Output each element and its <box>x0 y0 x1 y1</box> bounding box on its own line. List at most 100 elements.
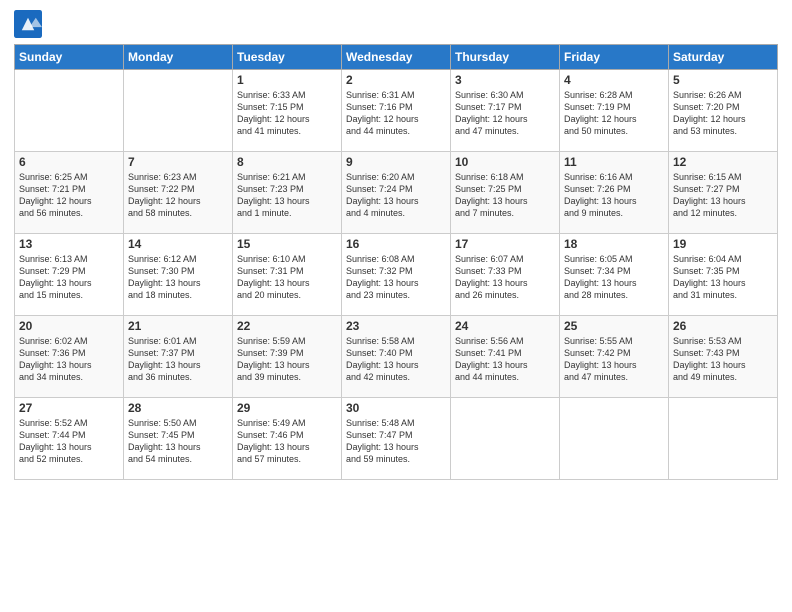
day-cell: 18 Sunrise: 6:05 AM Sunset: 7:34 PM Dayli… <box>560 234 669 316</box>
day-header-tuesday: Tuesday <box>233 45 342 70</box>
day-header-saturday: Saturday <box>669 45 778 70</box>
day-info: Sunrise: 6:16 AM Sunset: 7:26 PM Dayligh… <box>564 171 664 220</box>
day-info: Sunrise: 6:21 AM Sunset: 7:23 PM Dayligh… <box>237 171 337 220</box>
day-number: 28 <box>128 401 228 415</box>
day-info: Sunrise: 5:52 AM Sunset: 7:44 PM Dayligh… <box>19 417 119 466</box>
day-number: 12 <box>673 155 773 169</box>
week-row-5: 27 Sunrise: 5:52 AM Sunset: 7:44 PM Dayli… <box>15 398 778 480</box>
day-cell <box>124 70 233 152</box>
day-number: 4 <box>564 73 664 87</box>
day-cell: 23 Sunrise: 5:58 AM Sunset: 7:40 PM Dayli… <box>342 316 451 398</box>
day-header-monday: Monday <box>124 45 233 70</box>
day-info: Sunrise: 6:15 AM Sunset: 7:27 PM Dayligh… <box>673 171 773 220</box>
day-info: Sunrise: 5:56 AM Sunset: 7:41 PM Dayligh… <box>455 335 555 384</box>
day-cell: 13 Sunrise: 6:13 AM Sunset: 7:29 PM Dayli… <box>15 234 124 316</box>
day-info: Sunrise: 6:05 AM Sunset: 7:34 PM Dayligh… <box>564 253 664 302</box>
day-cell: 19 Sunrise: 6:04 AM Sunset: 7:35 PM Dayli… <box>669 234 778 316</box>
day-header-row: SundayMondayTuesdayWednesdayThursdayFrid… <box>15 45 778 70</box>
page: SundayMondayTuesdayWednesdayThursdayFrid… <box>0 0 792 612</box>
day-cell: 4 Sunrise: 6:28 AM Sunset: 7:19 PM Daylig… <box>560 70 669 152</box>
day-cell: 9 Sunrise: 6:20 AM Sunset: 7:24 PM Daylig… <box>342 152 451 234</box>
day-number: 17 <box>455 237 555 251</box>
day-number: 18 <box>564 237 664 251</box>
day-info: Sunrise: 6:18 AM Sunset: 7:25 PM Dayligh… <box>455 171 555 220</box>
day-header-friday: Friday <box>560 45 669 70</box>
day-number: 7 <box>128 155 228 169</box>
day-info: Sunrise: 6:13 AM Sunset: 7:29 PM Dayligh… <box>19 253 119 302</box>
day-info: Sunrise: 5:49 AM Sunset: 7:46 PM Dayligh… <box>237 417 337 466</box>
day-cell: 14 Sunrise: 6:12 AM Sunset: 7:30 PM Dayli… <box>124 234 233 316</box>
day-cell: 1 Sunrise: 6:33 AM Sunset: 7:15 PM Daylig… <box>233 70 342 152</box>
day-number: 26 <box>673 319 773 333</box>
day-cell: 6Sunrise: 6:25 AM Sunset: 7:21 PM Daylig… <box>15 152 124 234</box>
day-number: 1 <box>237 73 337 87</box>
day-number: 14 <box>128 237 228 251</box>
day-number: 10 <box>455 155 555 169</box>
day-info: Sunrise: 5:59 AM Sunset: 7:39 PM Dayligh… <box>237 335 337 384</box>
day-cell: 16Sunrise: 6:08 AM Sunset: 7:32 PM Dayli… <box>342 234 451 316</box>
day-cell <box>15 70 124 152</box>
day-info: Sunrise: 6:31 AM Sunset: 7:16 PM Dayligh… <box>346 89 446 138</box>
day-info: Sunrise: 5:48 AM Sunset: 7:47 PM Dayligh… <box>346 417 446 466</box>
day-info: Sunrise: 6:04 AM Sunset: 7:35 PM Dayligh… <box>673 253 773 302</box>
day-cell <box>669 398 778 480</box>
day-info: Sunrise: 6:30 AM Sunset: 7:17 PM Dayligh… <box>455 89 555 138</box>
day-number: 11 <box>564 155 664 169</box>
day-info: Sunrise: 6:20 AM Sunset: 7:24 PM Dayligh… <box>346 171 446 220</box>
day-cell: 10 Sunrise: 6:18 AM Sunset: 7:25 PM Dayli… <box>451 152 560 234</box>
logo <box>14 10 44 38</box>
day-cell: 8Sunrise: 6:21 AM Sunset: 7:23 PM Daylig… <box>233 152 342 234</box>
day-info: Sunrise: 5:55 AM Sunset: 7:42 PM Dayligh… <box>564 335 664 384</box>
calendar-table: SundayMondayTuesdayWednesdayThursdayFrid… <box>14 44 778 480</box>
day-cell: 30 Sunrise: 5:48 AM Sunset: 7:47 PM Dayli… <box>342 398 451 480</box>
day-info: Sunrise: 6:07 AM Sunset: 7:33 PM Dayligh… <box>455 253 555 302</box>
day-number: 30 <box>346 401 446 415</box>
day-cell: 21Sunrise: 6:01 AM Sunset: 7:37 PM Dayli… <box>124 316 233 398</box>
day-number: 20 <box>19 319 119 333</box>
day-info: Sunrise: 6:28 AM Sunset: 7:19 PM Dayligh… <box>564 89 664 138</box>
day-header-wednesday: Wednesday <box>342 45 451 70</box>
week-row-3: 13 Sunrise: 6:13 AM Sunset: 7:29 PM Dayli… <box>15 234 778 316</box>
day-number: 27 <box>19 401 119 415</box>
day-cell: 17 Sunrise: 6:07 AM Sunset: 7:33 PM Dayli… <box>451 234 560 316</box>
day-cell: 11 Sunrise: 6:16 AM Sunset: 7:26 PM Dayli… <box>560 152 669 234</box>
day-cell: 27 Sunrise: 5:52 AM Sunset: 7:44 PM Dayli… <box>15 398 124 480</box>
day-cell: 22 Sunrise: 5:59 AM Sunset: 7:39 PM Dayli… <box>233 316 342 398</box>
day-cell: 20 Sunrise: 6:02 AM Sunset: 7:36 PM Dayli… <box>15 316 124 398</box>
day-info: Sunrise: 5:50 AM Sunset: 7:45 PM Dayligh… <box>128 417 228 466</box>
day-cell: 26 Sunrise: 5:53 AM Sunset: 7:43 PM Dayli… <box>669 316 778 398</box>
day-number: 23 <box>346 319 446 333</box>
day-info: Sunrise: 5:58 AM Sunset: 7:40 PM Dayligh… <box>346 335 446 384</box>
day-number: 19 <box>673 237 773 251</box>
day-cell: 25Sunrise: 5:55 AM Sunset: 7:42 PM Dayli… <box>560 316 669 398</box>
day-info: Sunrise: 6:26 AM Sunset: 7:20 PM Dayligh… <box>673 89 773 138</box>
day-number: 5 <box>673 73 773 87</box>
day-cell: 5 Sunrise: 6:26 AM Sunset: 7:20 PM Daylig… <box>669 70 778 152</box>
day-cell: 29Sunrise: 5:49 AM Sunset: 7:46 PM Dayli… <box>233 398 342 480</box>
week-row-4: 20 Sunrise: 6:02 AM Sunset: 7:36 PM Dayli… <box>15 316 778 398</box>
day-cell: 28 Sunrise: 5:50 AM Sunset: 7:45 PM Dayli… <box>124 398 233 480</box>
day-cell <box>560 398 669 480</box>
day-number: 3 <box>455 73 555 87</box>
day-number: 22 <box>237 319 337 333</box>
day-number: 6 <box>19 155 119 169</box>
day-info: Sunrise: 5:53 AM Sunset: 7:43 PM Dayligh… <box>673 335 773 384</box>
day-number: 13 <box>19 237 119 251</box>
day-number: 2 <box>346 73 446 87</box>
day-number: 9 <box>346 155 446 169</box>
day-info: Sunrise: 6:02 AM Sunset: 7:36 PM Dayligh… <box>19 335 119 384</box>
day-number: 16 <box>346 237 446 251</box>
day-number: 15 <box>237 237 337 251</box>
day-info: Sunrise: 6:33 AM Sunset: 7:15 PM Dayligh… <box>237 89 337 138</box>
day-info: Sunrise: 6:01 AM Sunset: 7:37 PM Dayligh… <box>128 335 228 384</box>
day-cell: 24 Sunrise: 5:56 AM Sunset: 7:41 PM Dayli… <box>451 316 560 398</box>
day-cell: 2 Sunrise: 6:31 AM Sunset: 7:16 PM Daylig… <box>342 70 451 152</box>
day-number: 24 <box>455 319 555 333</box>
day-info: Sunrise: 6:12 AM Sunset: 7:30 PM Dayligh… <box>128 253 228 302</box>
logo-icon <box>14 10 42 38</box>
week-row-2: 6Sunrise: 6:25 AM Sunset: 7:21 PM Daylig… <box>15 152 778 234</box>
header <box>14 10 778 38</box>
week-row-1: 1 Sunrise: 6:33 AM Sunset: 7:15 PM Daylig… <box>15 70 778 152</box>
day-info: Sunrise: 6:23 AM Sunset: 7:22 PM Dayligh… <box>128 171 228 220</box>
day-cell: 15Sunrise: 6:10 AM Sunset: 7:31 PM Dayli… <box>233 234 342 316</box>
